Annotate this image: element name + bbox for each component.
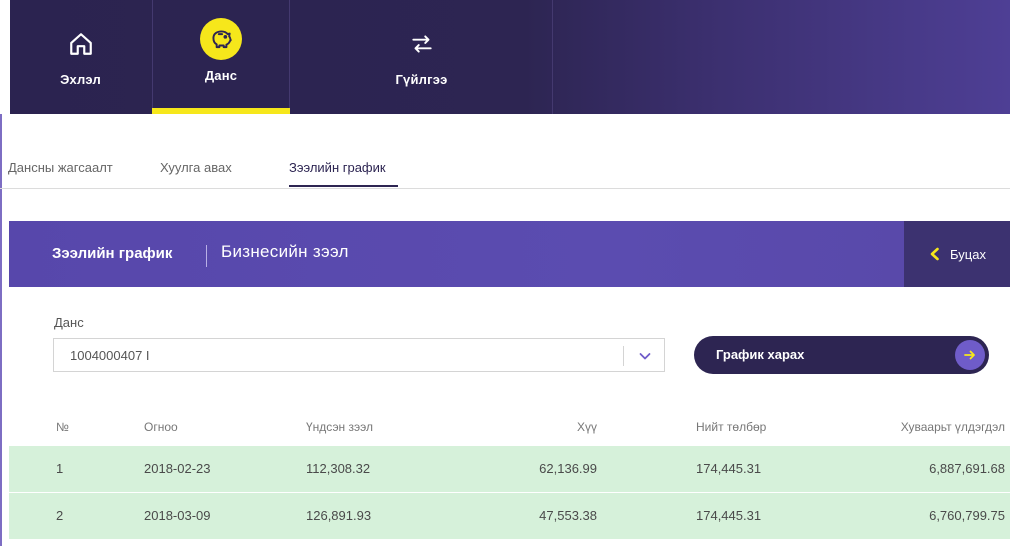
select-divider — [623, 346, 624, 366]
tab-account-list[interactable]: Дансны жагсаалт — [8, 160, 113, 175]
cell-number: 2 — [56, 508, 64, 523]
left-frame — [0, 0, 10, 114]
col-header-principal: Үндсэн зээл — [306, 420, 374, 434]
back-button[interactable]: Буцах — [904, 221, 1010, 287]
nav-label-home: Эхлэл — [60, 72, 101, 87]
account-select[interactable]: 1004000407 I — [53, 338, 665, 372]
piggy-bank-icon — [200, 18, 242, 60]
section-header: Зээлийн график Бизнесийн зээл Буцах — [9, 221, 1010, 287]
loan-type-title: Бизнесийн зээл — [221, 242, 349, 261]
arrow-right-icon — [955, 340, 985, 370]
home-icon — [61, 24, 101, 64]
view-schedule-button[interactable]: График харах — [694, 336, 989, 374]
nav-label-account: Данс — [204, 68, 238, 83]
nav-item-account[interactable]: Данс — [152, 0, 290, 114]
active-nav-indicator — [152, 108, 290, 114]
nav-label-transactions: Гүйлгээ — [395, 72, 448, 87]
tab-loan-schedule[interactable]: Зээлийн график — [289, 160, 386, 175]
cell-date: 2018-02-23 — [144, 461, 211, 476]
account-select-value: 1004000407 I — [70, 348, 150, 363]
chevron-left-icon — [930, 247, 939, 261]
top-navigation: Эхлэл Данс Гүйлгээ — [0, 0, 1010, 114]
table-header: № Огноо Үндсэн зээл Хүү Нийт төлбөр Хува… — [9, 406, 1010, 446]
chevron-down-icon — [639, 353, 651, 360]
back-button-label: Буцах — [950, 246, 986, 262]
col-header-remaining-balance: Хуваарьт үлдэгдэл — [900, 420, 1005, 434]
col-header-interest: Хүү — [576, 420, 597, 434]
cell-remaining-balance: 6,760,799.75 — [929, 508, 1005, 523]
cell-date: 2018-03-09 — [144, 508, 211, 523]
account-field-label: Данс — [54, 315, 84, 330]
section-title: Зээлийн график — [52, 245, 173, 262]
nav-item-home[interactable]: Эхлэл — [10, 0, 151, 114]
table-row: 2 2018-03-09 126,891.93 47,553.38 174,44… — [9, 493, 1010, 540]
cell-principal: 112,308.32 — [306, 461, 371, 476]
nav-item-transactions[interactable]: Гүйлгээ — [291, 0, 553, 114]
cell-principal: 126,891.93 — [306, 508, 372, 523]
table-row: 1 2018-02-23 112,308.32 62,136.99 174,44… — [9, 446, 1010, 493]
col-header-total-payment: Нийт төлбөр — [696, 420, 767, 434]
transfer-arrows-icon — [402, 24, 442, 64]
col-header-number: № — [56, 420, 69, 434]
account-subtabs: Дансны жагсаалт Хуулга авах Зээлийн граф… — [0, 148, 1010, 189]
tab-statement[interactable]: Хуулга авах — [160, 160, 232, 175]
cell-total-payment: 174,445.31 — [696, 508, 762, 523]
cell-interest: 47,553.38 — [539, 508, 597, 523]
cell-number: 1 — [56, 461, 64, 476]
header-divider — [206, 245, 207, 267]
cell-remaining-balance: 6,887,691.68 — [929, 461, 1005, 476]
cell-interest: 62,136.99 — [539, 461, 597, 476]
view-schedule-label: График харах — [716, 347, 805, 362]
active-tab-indicator — [289, 185, 398, 187]
loan-schedule-table: № Огноо Үндсэн зээл Хүү Нийт төлбөр Хува… — [9, 406, 1010, 540]
cell-total-payment: 174,445.31 — [696, 461, 762, 476]
col-header-date: Огноо — [144, 420, 178, 434]
